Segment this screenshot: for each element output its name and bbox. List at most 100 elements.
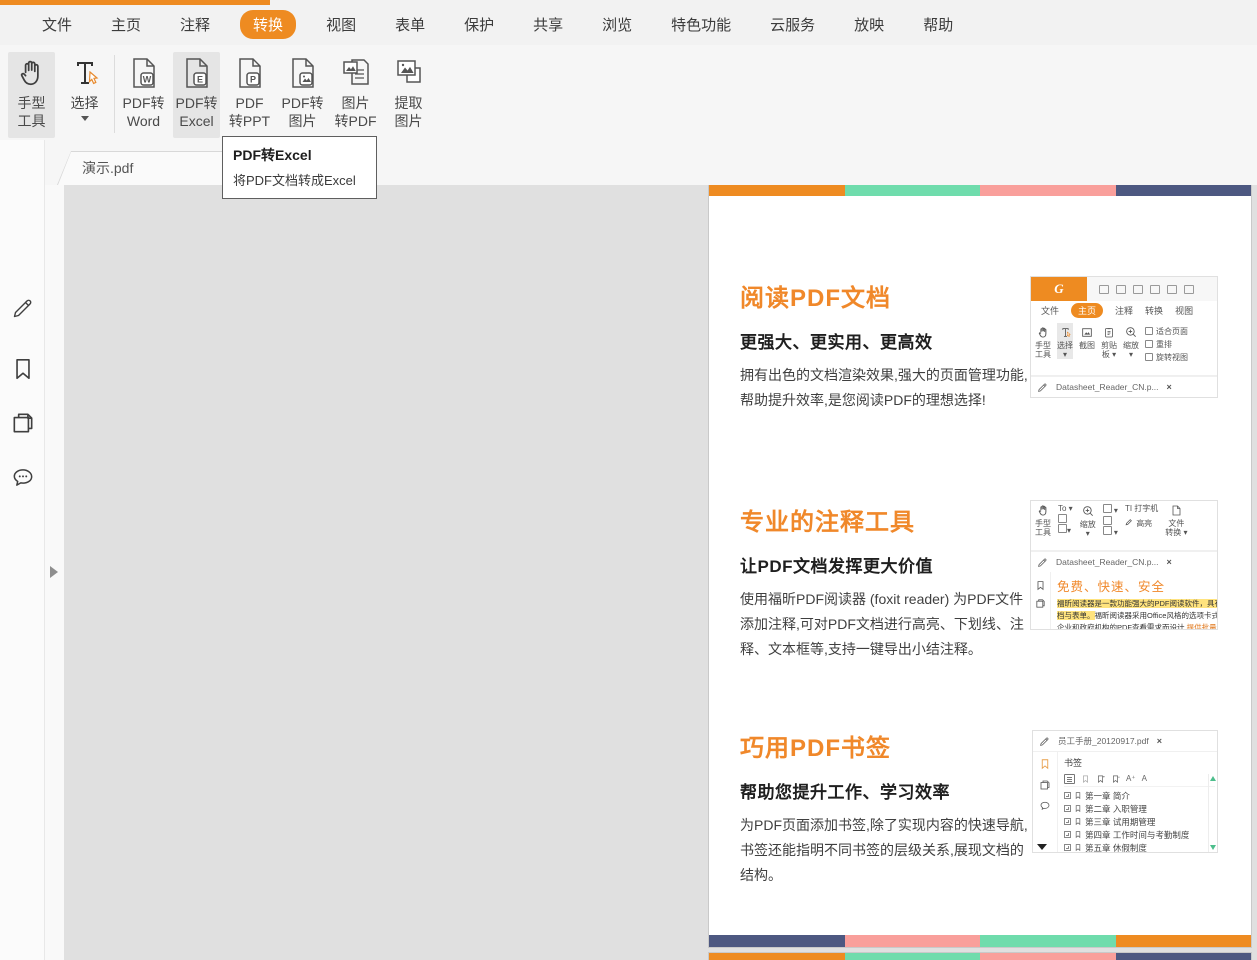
mini-doc-heading: 免费、快速、安全 <box>1057 576 1213 595</box>
save-icon <box>1116 285 1126 294</box>
pdf-to-excel-icon: E <box>173 52 220 94</box>
section-bookmarks: 巧用PDF书签 帮助您提升工作、学习效率 为PDF页面添加书签,除了实现内容的快… <box>740 728 1032 889</box>
comments-icon <box>1039 800 1051 812</box>
hand-tool-button[interactable]: 手型 工具 <box>8 52 55 138</box>
image-to-pdf-icon <box>332 52 379 94</box>
menu-file[interactable]: 文件 <box>42 10 72 39</box>
svg-text:W: W <box>142 75 151 85</box>
scroll-up-icon <box>1210 776 1216 781</box>
section-body: 为PDF页面添加书签,除了实现内容的快速导航,书签还能指明不同书签的层级关系,展… <box>740 813 1032 889</box>
doc-icon <box>1167 285 1177 294</box>
menu-form[interactable]: 表单 <box>395 10 425 39</box>
pdf-to-ppt-button[interactable]: P PDF 转PPT <box>226 52 273 138</box>
mini-page-layout-stack: ▾ ▾ <box>1103 504 1118 537</box>
scroll-down-icon <box>1210 845 1216 850</box>
pages-panel-icon[interactable] <box>0 410 45 436</box>
mini-tab-title: Datasheet_Reader_CN.p... <box>1056 382 1159 392</box>
expand-node-icon <box>1064 818 1071 825</box>
shrink-text-icon: A <box>1142 774 1147 783</box>
app-header: 文件 主页 注释 转换 视图 表单 保护 共享 浏览 特色功能 云服务 放映 帮… <box>0 0 1257 140</box>
menu-features[interactable]: 特色功能 <box>671 10 731 39</box>
rotate-icon <box>1103 526 1112 535</box>
mail-icon <box>1150 285 1160 294</box>
screenshot-annotation-ui: 手型工具 To ▾ ▾ 缩放▾ ▾ ▾ TI 打字机 <box>1030 500 1218 630</box>
expand-node-icon <box>1064 844 1071 851</box>
bookmarks-toolbar: A⁺ A <box>1064 771 1215 787</box>
pdf-to-image-button[interactable]: PDF转 图片 <box>279 52 326 138</box>
pdf-to-excel-button[interactable]: E PDF转 Excel <box>173 52 220 138</box>
pdf-to-ppt-icon: P <box>226 52 273 94</box>
select-tool-button[interactable]: 选择 <box>61 52 108 138</box>
mini-scrollbar <box>1208 774 1217 852</box>
pdf-to-excel-tooltip: PDF转Excel 将PDF文档转成Excel <box>222 136 377 199</box>
section-heading: 巧用PDF书签 <box>740 728 1032 763</box>
bookmark-item: 第四章 工作时间与考勤制度 <box>1064 828 1215 841</box>
page-top-color-bar <box>709 185 1251 196</box>
pages-icon <box>1039 779 1051 791</box>
snapshot-icon <box>1058 514 1067 523</box>
svg-text:E: E <box>196 75 202 85</box>
extract-image-button[interactable]: 提取 图片 <box>385 52 432 138</box>
menu-browse[interactable]: 浏览 <box>602 10 632 39</box>
mini-select-stack: To ▾ ▾ <box>1058 504 1073 535</box>
bookmark-item: 第二章 入职管理 <box>1064 802 1215 815</box>
bookmarks-panel-icon[interactable] <box>0 356 45 382</box>
menu-view[interactable]: 视图 <box>326 10 356 39</box>
bookmarks-panel: 书签 A⁺ A 第一章 简介 第二章 入职管理 第三章 试用期管理 第四章 工作… <box>1058 752 1217 852</box>
pdf-to-word-button[interactable]: W PDF转 Word <box>120 52 167 138</box>
expand-node-icon <box>1064 792 1071 799</box>
pages-icon <box>1035 598 1046 609</box>
bookmark-item: 第三章 试用期管理 <box>1064 815 1215 828</box>
comments-panel-icon[interactable] <box>0 465 45 491</box>
mini-pencil-icon <box>1039 736 1050 747</box>
print-icon <box>1133 285 1143 294</box>
annotate-pencil-icon[interactable] <box>0 296 45 320</box>
mini-tab-close-icon: × <box>1157 736 1162 746</box>
mini-sidebar <box>1031 572 1051 629</box>
clipboard-icon <box>1058 524 1067 533</box>
mini-menu-convert: 转换 <box>1145 304 1163 317</box>
tooltip-title: PDF转Excel <box>233 145 366 165</box>
dropdown-arrow-icon <box>81 116 89 121</box>
bookmark-item: 第五章 休假制度 <box>1064 841 1215 852</box>
tooltip-description: 将PDF文档转成Excel <box>233 170 366 189</box>
fit-page-icon <box>1145 327 1153 335</box>
reflow-icon <box>1145 340 1153 348</box>
hand-icon <box>8 52 55 94</box>
section-read-pdf: 阅读PDF文档 更强大、更实用、更高效 拥有出色的文档渲染效果,强大的页面管理功… <box>740 278 1032 413</box>
svg-text:P: P <box>249 75 255 85</box>
mini-pencil-icon <box>1037 382 1048 393</box>
mini-menu-comment: 注释 <box>1115 304 1133 317</box>
section-subheading: 帮助您提升工作、学习效率 <box>740 778 1032 803</box>
document-canvas[interactable]: 阅读PDF文档 更强大、更实用、更高效 拥有出色的文档渲染效果,强大的页面管理功… <box>45 185 1257 960</box>
mini-comment-tools: TI 打字机 高亮 <box>1125 504 1158 528</box>
reflow-icon <box>1103 516 1112 525</box>
expand-text-icon: A⁺ <box>1126 774 1136 783</box>
rotate-view-icon <box>1145 353 1153 361</box>
section-heading: 专业的注释工具 <box>740 502 1032 537</box>
image-to-pdf-button[interactable]: 图片 转PDF <box>332 52 379 138</box>
sidebar-collapse-icon <box>1037 844 1047 850</box>
menu-help[interactable]: 帮助 <box>923 10 953 39</box>
mini-snapshot-tool: 截图 <box>1079 323 1095 350</box>
page2-top-color-bar <box>709 953 1251 960</box>
menu-convert-active[interactable]: 转换 <box>240 10 296 39</box>
mini-menu-view: 视图 <box>1175 304 1193 317</box>
menu-present[interactable]: 放映 <box>854 10 884 39</box>
menu-home[interactable]: 主页 <box>111 10 141 39</box>
expand-panel-arrow-icon[interactable] <box>50 566 58 578</box>
undo-icon <box>1184 285 1194 294</box>
mini-tab-close-icon: × <box>1167 557 1172 567</box>
mini-select-tool: 选择▾ <box>1057 323 1073 359</box>
mini-document-content: 免费、快速、安全 福昕阅读器是一款功能强大的PDF阅读软件，具有 档与表单。福昕… <box>1051 572 1217 629</box>
page-bottom-color-bar <box>709 935 1251 947</box>
menu-share[interactable]: 共享 <box>533 10 563 39</box>
mini-menu-file: 文件 <box>1041 304 1059 317</box>
menu-protect[interactable]: 保护 <box>464 10 494 39</box>
extract-image-icon <box>385 52 432 94</box>
menu-comment[interactable]: 注释 <box>180 10 210 39</box>
section-annotation-tools: 专业的注释工具 让PDF文档发挥更大价值 使用福昕PDF阅读器 (foxit r… <box>740 502 1032 663</box>
menu-cloud[interactable]: 云服务 <box>770 10 815 39</box>
fit-page-icon <box>1103 504 1112 513</box>
navigation-sidebar <box>0 140 45 960</box>
